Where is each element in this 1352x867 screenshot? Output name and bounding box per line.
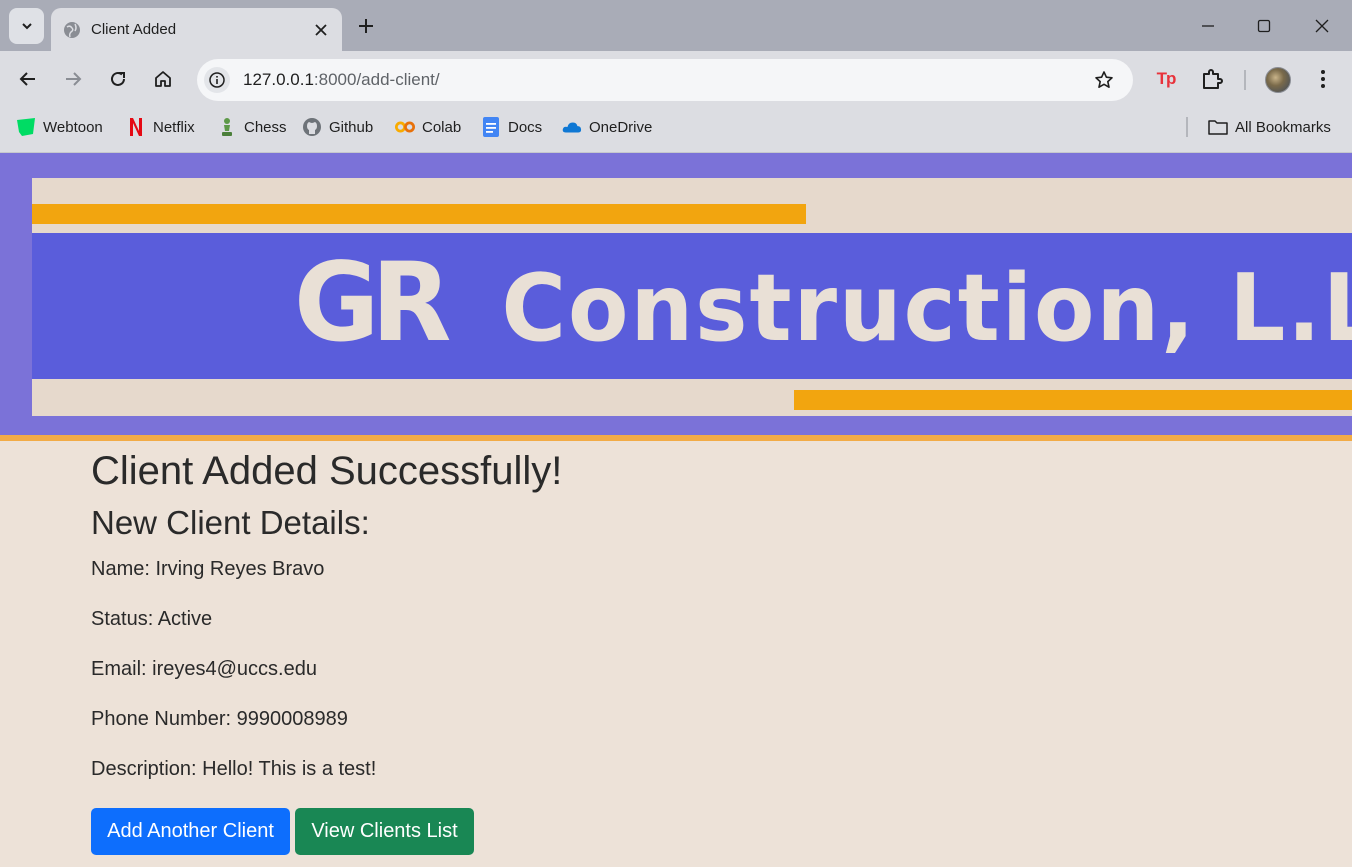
reload-button[interactable] [102, 63, 134, 95]
profile-avatar[interactable] [1265, 67, 1291, 93]
webtoon-icon [16, 117, 36, 137]
page-title: Client Added Successfully! [91, 449, 563, 493]
bookmarks-bar: Webtoon Netflix Chess Github Colab Docs … [0, 107, 1352, 153]
netflix-icon [126, 117, 146, 137]
maximize-icon [1257, 19, 1271, 33]
menu-button[interactable] [1308, 64, 1338, 94]
url-host: 127.0.0.1 [243, 70, 314, 89]
banner-stripe [794, 390, 1352, 410]
docs-icon [481, 117, 501, 137]
tab-search-button[interactable] [9, 8, 44, 44]
bookmark-onedrive[interactable]: OneDrive [562, 115, 652, 139]
browser-toolbar: 127.0.0.1:8000/add-client/ Tp [0, 51, 1352, 107]
bookmark-label: Webtoon [43, 118, 103, 136]
tab-close-button[interactable] [306, 15, 336, 45]
client-status: Status: Active [91, 608, 213, 630]
chevron-down-icon [21, 23, 32, 30]
web-page: GR Construction, L.L.C. Client Added Succ… [0, 153, 1352, 867]
bookmark-chess[interactable]: Chess [217, 115, 287, 139]
bookmark-docs[interactable]: Docs [481, 115, 542, 139]
client-email: Email: ireyes4@uccs.edu [91, 658, 317, 680]
minimize-icon [1202, 25, 1214, 27]
bookmark-label: Netflix [153, 118, 195, 136]
info-icon [209, 72, 225, 88]
bookmark-github[interactable]: Github [302, 115, 373, 139]
plus-icon [359, 19, 373, 33]
company-name: Construction, L.L.C. [501, 253, 1352, 362]
home-button[interactable] [147, 63, 179, 95]
tab-title: Client Added [91, 21, 177, 38]
bookmark-label: Github [329, 118, 374, 136]
tp-extension-button[interactable]: Tp [1151, 64, 1181, 94]
puzzle-icon [1203, 69, 1223, 89]
extensions-button[interactable] [1197, 64, 1227, 94]
site-info-button[interactable] [204, 67, 230, 93]
add-another-client-button[interactable]: Add Another Client [91, 808, 290, 855]
site-header: GR Construction, L.L.C. [0, 153, 1352, 441]
colab-icon [395, 117, 415, 137]
bookmark-star-button[interactable] [1089, 65, 1119, 95]
forward-button[interactable] [57, 63, 89, 95]
address-bar[interactable]: 127.0.0.1:8000/add-client/ [197, 59, 1133, 101]
logo-monogram: GR [294, 238, 451, 367]
close-icon [1315, 19, 1329, 33]
bookmarks-divider [1186, 117, 1188, 137]
all-bookmarks-label: All Bookmarks [1235, 118, 1331, 136]
company-banner: GR Construction, L.L.C. [32, 178, 1352, 416]
star-icon [1095, 71, 1113, 88]
github-icon [302, 117, 322, 137]
onedrive-icon [562, 117, 582, 137]
back-button[interactable] [12, 63, 44, 95]
close-icon [315, 23, 327, 36]
arrow-left-icon [19, 72, 35, 86]
client-name: Name: Irving Reyes Bravo [91, 558, 325, 580]
close-window-button[interactable] [1306, 10, 1338, 42]
bookmark-label: Docs [508, 118, 543, 136]
arrow-right-icon [66, 72, 82, 86]
minimize-button[interactable] [1192, 10, 1224, 42]
section-heading: New Client Details: [91, 504, 370, 541]
url-text[interactable]: 127.0.0.1:8000/add-client/ [243, 70, 1089, 90]
home-icon [155, 71, 171, 87]
bookmark-colab[interactable]: Colab [395, 115, 461, 139]
new-tab-button[interactable] [352, 12, 380, 40]
reload-icon [111, 71, 125, 86]
tp-extension-icon: Tp [1156, 69, 1177, 88]
client-phone: Phone Number: 9990008989 [91, 708, 348, 730]
client-description: Description: Hello! This is a test! [91, 758, 377, 780]
folder-icon [1208, 117, 1228, 137]
bookmark-label: Chess [244, 118, 287, 136]
toolbar-divider [1244, 70, 1246, 90]
bookmark-webtoon[interactable]: Webtoon [16, 115, 103, 139]
maximize-button[interactable] [1248, 10, 1280, 42]
view-clients-list-button[interactable]: View Clients List [295, 808, 474, 855]
bookmark-netflix[interactable]: Netflix [126, 115, 195, 139]
company-logo: GR Construction, L.L.C. [294, 238, 1352, 366]
url-path: :8000/add-client/ [313, 70, 440, 89]
banner-stripe [32, 204, 806, 224]
kebab-menu-icon [1321, 70, 1325, 88]
bookmark-label: Colab [422, 118, 462, 136]
chess-icon [217, 117, 237, 137]
tab-strip: Client Added [0, 0, 1352, 51]
active-tab[interactable]: Client Added [51, 8, 342, 51]
bookmark-label: OneDrive [589, 118, 653, 136]
all-bookmarks-button[interactable]: All Bookmarks [1208, 115, 1331, 139]
globe-icon [64, 21, 80, 38]
